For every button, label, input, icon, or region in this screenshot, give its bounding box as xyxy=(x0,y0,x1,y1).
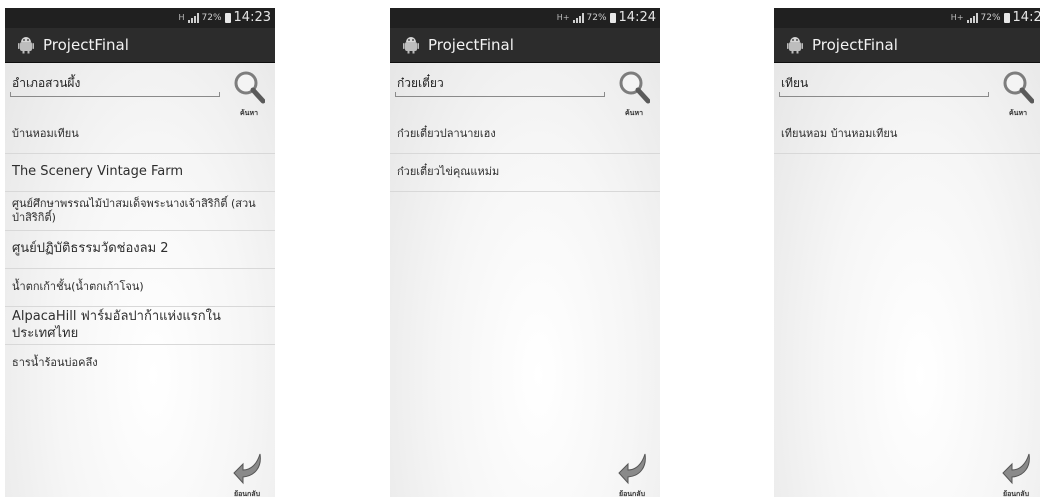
action-bar: ProjectFinal xyxy=(390,28,660,63)
network-type: H+ xyxy=(556,13,570,22)
list-item[interactable]: ก๋วยเตี๋ยวปลานายเฮง xyxy=(390,116,660,154)
battery-percent: 72% xyxy=(980,12,1001,23)
list-item[interactable]: The Scenery Vintage Farm xyxy=(5,154,275,192)
search-input-underline xyxy=(395,92,605,97)
magnifier-icon xyxy=(234,71,265,104)
action-bar: ProjectFinal xyxy=(774,28,1040,63)
network-type: H xyxy=(178,13,185,22)
result-list: เทียนหอม บ้านหอมเทียน xyxy=(774,116,1040,154)
list-item[interactable]: บ้านหอมเทียน xyxy=(5,116,275,154)
clock: 14:24 xyxy=(618,10,656,25)
back-button[interactable]: ย้อนกลับ xyxy=(227,451,267,497)
battery-percent: 72% xyxy=(586,12,607,23)
list-item[interactable]: ธารน้ำร้อนบ่อคลึง xyxy=(5,345,275,382)
phone-screen-3: H+ 72% 14:24 ProjectFinal ค้นหา เทียนหอม… xyxy=(774,8,1040,497)
clock: 14:24 xyxy=(1012,10,1040,25)
list-item[interactable]: ศูนย์ศึกษาพรรณไม้ป่าสมเด็จพระนางเจ้าสิริ… xyxy=(5,192,275,231)
status-bar: H+ 72% 14:24 xyxy=(774,8,1040,28)
signal-icon xyxy=(187,12,199,23)
app-title: ProjectFinal xyxy=(428,36,514,54)
app-title: ProjectFinal xyxy=(43,36,129,54)
search-button[interactable]: ค้นหา xyxy=(1000,70,1036,118)
android-app-icon xyxy=(787,37,803,54)
back-button[interactable]: ย้อนกลับ xyxy=(612,451,652,497)
network-type: H+ xyxy=(950,13,964,22)
back-button-label: ย้อนกลับ xyxy=(233,490,261,497)
app-title: ProjectFinal xyxy=(812,36,898,54)
signal-icon xyxy=(966,12,978,23)
list-item[interactable]: น้ำตกเก้าชั้น(น้ำตกเก้าโจน) xyxy=(5,269,275,307)
back-arrow-icon xyxy=(618,453,646,485)
back-button[interactable]: ย้อนกลับ xyxy=(996,451,1036,497)
battery-icon xyxy=(224,12,231,23)
back-arrow-icon xyxy=(233,453,261,485)
action-bar: ProjectFinal xyxy=(5,28,275,63)
android-app-icon xyxy=(18,37,34,54)
search-input-underline xyxy=(779,92,989,97)
back-button-label: ย้อนกลับ xyxy=(1002,490,1030,497)
back-arrow-icon xyxy=(1002,453,1030,485)
status-bar: H 72% 14:23 xyxy=(5,8,275,28)
status-bar: H+ 72% 14:24 xyxy=(390,8,660,28)
list-item[interactable]: ก๋วยเตี๋ยวไข่คุณแหม่ม xyxy=(390,154,660,192)
signal-icon xyxy=(572,12,584,23)
battery-icon xyxy=(1003,12,1010,23)
phone-screen-1: H 72% 14:23 ProjectFinal ค้นหา บ้านหอมเท… xyxy=(5,8,275,497)
battery-icon xyxy=(609,12,616,23)
magnifier-icon xyxy=(619,71,650,104)
list-item[interactable]: AlpacaHill ฟาร์มอัลปาก้าแห่งแรกในประเทศไ… xyxy=(5,307,275,345)
search-input[interactable] xyxy=(779,72,991,94)
list-item[interactable]: ศูนย์ปฏิบัติธรรมวัดช่องลม 2 xyxy=(5,231,275,269)
magnifier-icon xyxy=(1003,71,1034,104)
result-list: ก๋วยเตี๋ยวปลานายเฮง ก๋วยเตี๋ยวไข่คุณแหม่… xyxy=(390,116,660,192)
search-button[interactable]: ค้นหา xyxy=(231,70,267,118)
search-button[interactable]: ค้นหา xyxy=(616,70,652,118)
search-input-underline xyxy=(10,92,220,97)
result-list: บ้านหอมเทียน The Scenery Vintage Farm ศู… xyxy=(5,116,275,382)
search-input[interactable] xyxy=(395,72,607,94)
battery-percent: 72% xyxy=(201,12,222,23)
clock: 14:23 xyxy=(233,10,271,25)
back-button-label: ย้อนกลับ xyxy=(618,490,646,497)
search-input[interactable] xyxy=(10,72,222,94)
android-app-icon xyxy=(403,37,419,54)
phone-screen-2: H+ 72% 14:24 ProjectFinal ค้นหา ก๋วยเตี๋… xyxy=(390,8,660,497)
list-item[interactable]: เทียนหอม บ้านหอมเทียน xyxy=(774,116,1040,154)
